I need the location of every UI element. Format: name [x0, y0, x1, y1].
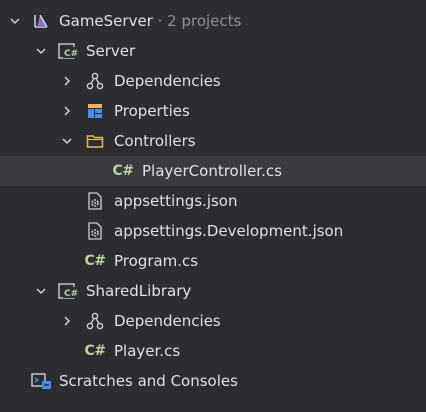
csharp-file-icon: C#	[112, 163, 134, 179]
tree-row-player[interactable]: C# Player.cs	[0, 336, 426, 366]
chevron-down-icon[interactable]	[60, 134, 74, 148]
solution-name: GameServer	[59, 12, 153, 30]
player-controller-label: PlayerController.cs	[142, 162, 282, 180]
shared-dependencies-label: Dependencies	[114, 312, 221, 330]
tree-row-controllers[interactable]: Controllers	[0, 126, 426, 156]
dependencies-icon	[84, 311, 106, 331]
folder-icon	[84, 131, 106, 151]
tree-row-server-dependencies[interactable]: Dependencies	[0, 66, 426, 96]
shared-library-label: SharedLibrary	[86, 282, 192, 300]
properties-label: Properties	[114, 102, 190, 120]
controllers-label: Controllers	[114, 132, 196, 150]
chevron-down-icon[interactable]	[34, 284, 48, 298]
chevron-down-icon[interactable]	[34, 44, 48, 58]
svg-text:C#: C#	[64, 289, 78, 299]
dependencies-icon	[84, 71, 106, 91]
properties-icon	[84, 101, 106, 121]
scratches-icon	[30, 371, 52, 391]
server-dependencies-label: Dependencies	[114, 72, 221, 90]
tree-row-shared-dependencies[interactable]: Dependencies	[0, 306, 426, 336]
player-label: Player.cs	[114, 342, 181, 360]
json-settings-icon	[84, 221, 106, 241]
appsettings-label: appsettings.json	[114, 192, 238, 210]
project-tree: GameServer · 2 projects C# Server Depend…	[0, 0, 426, 412]
chevron-right-icon[interactable]	[60, 314, 74, 328]
tree-row-appsettings-development[interactable]: appsettings.Development.json	[0, 216, 426, 246]
chevron-right-icon[interactable]	[60, 104, 74, 118]
svg-text:C#: C#	[64, 49, 78, 59]
solution-label: GameServer · 2 projects	[59, 11, 241, 31]
tree-row-appsettings[interactable]: appsettings.json	[0, 186, 426, 216]
server-project-label: Server	[86, 42, 136, 60]
csharp-file-icon: C#	[84, 253, 106, 269]
csharp-file-icon: C#	[84, 343, 106, 359]
tree-row-properties[interactable]: Properties	[0, 96, 426, 126]
scratches-label: Scratches and Consoles	[59, 372, 238, 390]
tree-row-program[interactable]: C# Program.cs	[0, 246, 426, 276]
solution-projects-count: · 2 projects	[152, 12, 242, 30]
program-label: Program.cs	[114, 252, 199, 270]
tree-row-shared-library-project[interactable]: C# SharedLibrary	[0, 276, 426, 306]
tree-row-solution[interactable]: GameServer · 2 projects	[0, 6, 426, 36]
appsettings-development-label: appsettings.Development.json	[114, 222, 344, 240]
csharp-project-icon: C#	[56, 281, 78, 301]
solution-icon	[30, 11, 52, 31]
json-settings-icon	[84, 191, 106, 211]
csharp-project-icon: C#	[56, 41, 78, 61]
tree-row-scratches[interactable]: Scratches and Consoles	[0, 366, 426, 396]
chevron-right-icon[interactable]	[60, 74, 74, 88]
tree-row-server-project[interactable]: C# Server	[0, 36, 426, 66]
chevron-down-icon[interactable]	[8, 14, 22, 28]
tree-row-player-controller[interactable]: C# PlayerController.cs	[0, 156, 426, 186]
